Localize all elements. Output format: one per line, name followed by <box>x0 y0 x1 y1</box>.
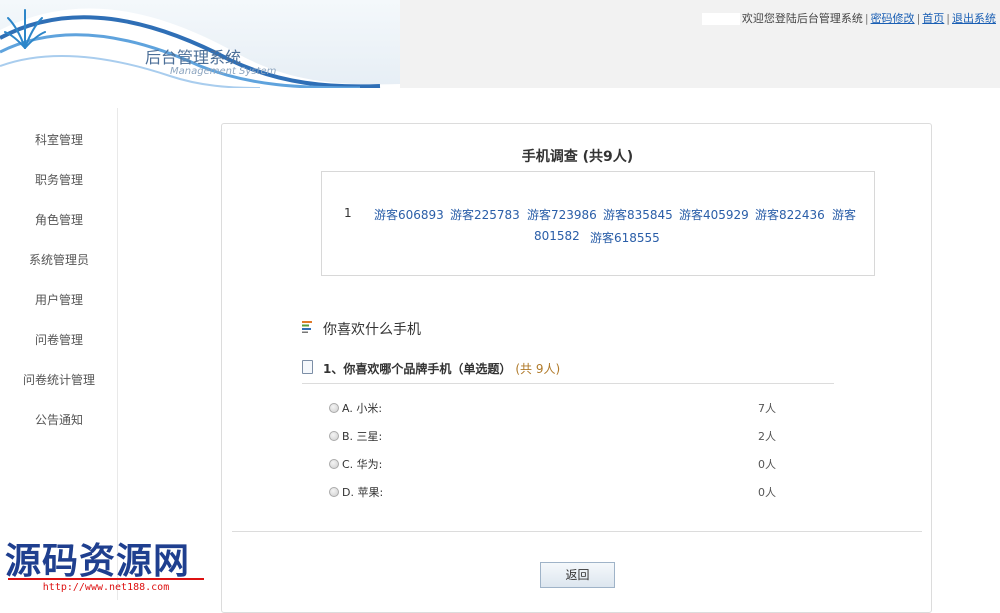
watermark-text: 源码资源网 <box>5 541 191 582</box>
sidebar-item-notice[interactable]: 公告通知 <box>0 411 118 428</box>
sidebar-item-position[interactable]: 职务管理 <box>0 171 118 188</box>
option-a-count: 7人 <box>758 402 776 415</box>
sidebar-item-questionnaire[interactable]: 问卷管理 <box>0 331 118 348</box>
participant-link[interactable]: 游客822436 <box>755 206 825 223</box>
radio-icon[interactable] <box>329 459 339 469</box>
watermark-url: http://www.net188.com <box>8 578 204 596</box>
option-label: A. 小米: <box>342 402 383 415</box>
welcome-text: 欢迎您登陆后台管理系统 <box>741 12 863 25</box>
option-d[interactable]: D. 苹果: <box>329 484 383 500</box>
participant-link[interactable]: 801582 <box>534 229 580 243</box>
option-d-count: 0人 <box>758 486 776 499</box>
participant-link[interactable]: 游客606893 <box>374 206 444 223</box>
option-c[interactable]: C. 华为: <box>329 456 382 472</box>
list-icon <box>302 321 312 333</box>
radio-icon[interactable] <box>329 431 339 441</box>
sidebar-item-role[interactable]: 角色管理 <box>0 211 118 228</box>
radio-icon[interactable] <box>329 403 339 413</box>
username-mask <box>701 13 740 25</box>
question-text: 1、你喜欢哪个品牌手机（单选题） (共 9人) <box>323 360 560 377</box>
option-a[interactable]: A. 小米: <box>329 400 382 416</box>
option-label: B. 三星: <box>342 430 383 443</box>
sidebar-item-user[interactable]: 用户管理 <box>0 291 118 308</box>
change-password-link[interactable]: 密码修改 <box>871 12 915 25</box>
survey-panel: 手机调查 (共9人) 1 游客606893 游客225783 游客723986 … <box>221 123 932 613</box>
question-divider <box>302 383 834 384</box>
sidebar: 科室管理 职务管理 角色管理 系统管理员 用户管理 问卷管理 问卷统计管理 公告… <box>0 108 118 600</box>
panel-divider <box>232 531 922 532</box>
question-label: 1、你喜欢哪个品牌手机（单选题） <box>323 362 512 376</box>
participant-link[interactable]: 游客618555 <box>590 229 660 246</box>
question-count: (共 9人) <box>515 362 561 376</box>
participant-link[interactable]: 游客405929 <box>679 206 749 223</box>
back-button[interactable]: 返回 <box>540 562 615 588</box>
logo-banner: 后台管理系统 Management System <box>0 0 400 88</box>
logo-icon <box>4 9 46 49</box>
logout-link[interactable]: 退出系统 <box>952 12 996 25</box>
participants-index: 1 <box>344 206 352 220</box>
option-b[interactable]: B. 三星: <box>329 428 382 444</box>
sidebar-item-statistics[interactable]: 问卷统计管理 <box>0 371 118 388</box>
header-right: 欢迎您登陆后台管理系统 | 密码修改 | 首页 | 退出系统 <box>400 0 1000 88</box>
option-c-count: 0人 <box>758 458 776 471</box>
radio-icon[interactable] <box>329 487 339 497</box>
participant-link[interactable]: 游客225783 <box>450 206 520 223</box>
document-icon <box>302 360 313 374</box>
top-links: 欢迎您登陆后台管理系统 | 密码修改 | 首页 | 退出系统 <box>701 10 996 26</box>
section-title: 你喜欢什么手机 <box>323 322 421 338</box>
sidebar-item-department[interactable]: 科室管理 <box>0 131 118 148</box>
sidebar-item-admin[interactable]: 系统管理员 <box>0 251 118 268</box>
option-label: D. 苹果: <box>342 486 384 499</box>
option-label: C. 华为: <box>342 458 383 471</box>
option-b-count: 2人 <box>758 430 776 443</box>
participants-box: 1 游客606893 游客225783 游客723986 游客835845 游客… <box>321 171 875 276</box>
system-title: 后台管理系统 <box>145 48 242 67</box>
survey-title: 手机调查 (共9人) <box>521 149 634 165</box>
home-link[interactable]: 首页 <box>922 12 944 25</box>
system-subtitle: Management System <box>170 66 277 77</box>
participant-link[interactable]: 游客723986 <box>527 206 597 223</box>
header: 后台管理系统 Management System 欢迎您登陆后台管理系统 | 密码修… <box>0 0 1000 88</box>
participant-link[interactable]: 游客835845 <box>603 206 673 223</box>
participant-link[interactable]: 游客 <box>832 206 856 223</box>
